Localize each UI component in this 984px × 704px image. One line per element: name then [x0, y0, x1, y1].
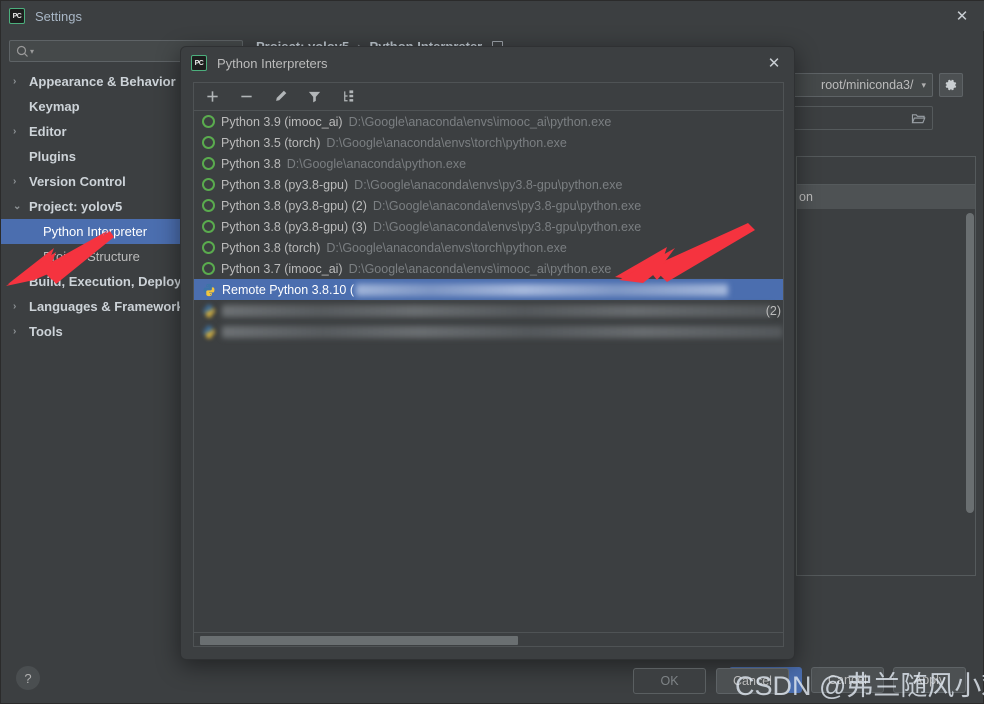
interpreter-path: D:\Google\anaconda\envs\torch\python.exe [326, 135, 567, 150]
chevron-right-icon: › [13, 276, 17, 287]
list-item-redacted[interactable]: (2) [194, 300, 783, 321]
env-circle-icon [202, 199, 215, 212]
sidebar-item-label: Editor [29, 124, 67, 139]
redacted-text [222, 304, 772, 317]
chevron-down-icon: ⌄ [13, 201, 22, 212]
interpreter-suffix: (2) [765, 303, 781, 318]
interpreter-name: Remote Python 3.8.10 ( [222, 282, 355, 297]
list-item[interactable]: Python 3.8 (torch) D:\Google\anaconda\en… [194, 237, 783, 258]
dialog-ok-button[interactable]: OK [633, 668, 706, 694]
interpreter-path: D:\Google\anaconda\envs\py3.8-gpu\python… [372, 198, 642, 213]
packages-scrollbar[interactable] [966, 213, 974, 513]
filter-icon[interactable] [304, 87, 324, 107]
chevron-right-icon: › [13, 326, 17, 337]
chevron-right-icon: › [13, 176, 17, 187]
interpreter-name: Python 3.8 [221, 156, 281, 171]
pycharm-logo-icon: PC [191, 55, 207, 71]
list-item-selected[interactable]: Remote Python 3.8.10 ( [194, 279, 783, 300]
close-icon[interactable]: ✕ [760, 49, 788, 77]
python-logo-icon [202, 325, 216, 339]
env-circle-icon [202, 241, 215, 254]
pencil-icon[interactable] [270, 87, 290, 107]
settings-cancel-button[interactable]: Cancel [811, 667, 884, 693]
folder-icon [911, 113, 926, 123]
dialog-toolbar [194, 83, 783, 111]
sidebar-item-label: Project: yolov5 [29, 199, 123, 214]
interpreter-name: Python 3.8 (py3.8-gpu) (3) [221, 219, 367, 234]
interpreter-name: Python 3.5 (torch) [221, 135, 321, 150]
chevron-right-icon: › [13, 126, 17, 137]
settings-titlebar: PC Settings ✕ [1, 1, 984, 31]
chevron-right-icon: › [13, 301, 17, 312]
env-circle-icon [202, 220, 215, 233]
interpreter-path: D:\Google\anaconda\python.exe [286, 156, 467, 171]
sidebar-item-label: Keymap [29, 99, 80, 114]
sidebar-item-label: Project Structure [43, 249, 140, 264]
interpreter-name: Python 3.8 (py3.8-gpu) (2) [221, 198, 367, 213]
sidebar-item-label: Tools [29, 324, 63, 339]
interpreter-path: D:\Google\anaconda\envs\py3.8-gpu\python… [372, 219, 642, 234]
env-circle-icon [202, 262, 215, 275]
chevron-right-icon: › [13, 76, 17, 87]
interpreter-path: D:\Google\anaconda\envs\imooc_ai\python.… [348, 261, 612, 276]
dialog-title: Python Interpreters [217, 55, 328, 71]
env-circle-icon [202, 136, 215, 149]
dialog-body: Python 3.9 (imooc_ai) D:\Google\anaconda… [193, 82, 784, 647]
sidebar-item-label: Appearance & Behavior [29, 74, 176, 89]
env-circle-icon [202, 157, 215, 170]
settings-window-title: Settings [35, 8, 82, 24]
list-item[interactable]: Python 3.9 (imooc_ai) D:\Google\anaconda… [194, 111, 783, 132]
env-circle-icon [202, 115, 215, 128]
redacted-text [222, 325, 783, 338]
interpreter-path: D:\Google\anaconda\envs\py3.8-gpu\python… [354, 177, 623, 192]
python-logo-icon [202, 304, 216, 318]
sidebar-item-label: Python Interpreter [43, 224, 148, 239]
search-icon [16, 45, 29, 58]
list-item-redacted[interactable] [194, 321, 783, 342]
interpreter-select-value: root/miniconda3/ [821, 78, 914, 92]
list-item[interactable]: Python 3.8 D:\Google\anaconda\python.exe [194, 153, 783, 174]
pycharm-logo-icon: PC [9, 8, 25, 24]
settings-apply-button[interactable]: Apply [893, 667, 966, 693]
packages-table: on [796, 156, 976, 576]
python-logo-icon [202, 283, 216, 297]
chevron-down-icon: ▾ [921, 79, 926, 90]
plus-icon[interactable] [202, 87, 222, 107]
packages-table-header [797, 157, 975, 185]
interpreter-path: D:\Google\anaconda\envs\torch\python.exe [326, 240, 567, 255]
interpreter-name: Python 3.8 (py3.8-gpu) [221, 177, 349, 192]
sidebar-item-label: Plugins [29, 149, 76, 164]
sidebar-item-label: Build, Execution, Deploy [29, 274, 182, 289]
list-item[interactable]: Python 3.5 (torch) D:\Google\anaconda\en… [194, 132, 783, 153]
interpreters-list[interactable]: Python 3.9 (imooc_ai) D:\Google\anaconda… [194, 111, 783, 624]
interpreter-path: D:\Google\anaconda\envs\imooc_ai\python.… [348, 114, 612, 129]
close-icon[interactable]: ✕ [939, 1, 984, 31]
list-item[interactable]: Python 3.8 (py3.8-gpu) D:\Google\anacond… [194, 174, 783, 195]
list-item[interactable]: Python 3.7 (imooc_ai) D:\Google\anaconda… [194, 258, 783, 279]
scrollbar-thumb[interactable] [200, 636, 518, 645]
list-item[interactable]: Python 3.8 (py3.8-gpu) (3) D:\Google\ana… [194, 216, 783, 237]
help-button[interactable]: ? [16, 666, 40, 690]
minus-icon[interactable] [236, 87, 256, 107]
packages-table-row[interactable]: on [797, 185, 975, 209]
python-interpreters-dialog: PC Python Interpreters ✕ Python 3.9 (imo… [180, 46, 795, 694]
screen: PC Settings ✕ ▾ Project: yolov5 › Python… [0, 0, 984, 704]
chevron-down-icon: ▾ [30, 46, 35, 56]
interpreter-name: Python 3.8 (torch) [221, 240, 321, 255]
show-all-icon[interactable] [338, 87, 358, 107]
dialog-titlebar: PC Python Interpreters ✕ [181, 47, 794, 79]
sidebar-item-label: Languages & Framework [29, 299, 184, 314]
sidebar-item-label: Version Control [29, 174, 126, 189]
env-circle-icon [202, 178, 215, 191]
interpreter-name: Python 3.9 (imooc_ai) [221, 114, 343, 129]
interpreter-name: Python 3.7 (imooc_ai) [221, 261, 343, 276]
dialog-cancel-button[interactable]: Cancel [716, 668, 789, 694]
list-item[interactable]: Python 3.8 (py3.8-gpu) (2) D:\Google\ana… [194, 195, 783, 216]
gear-icon[interactable] [939, 73, 963, 97]
horizontal-scrollbar[interactable] [194, 632, 783, 646]
redacted-path [356, 283, 729, 296]
